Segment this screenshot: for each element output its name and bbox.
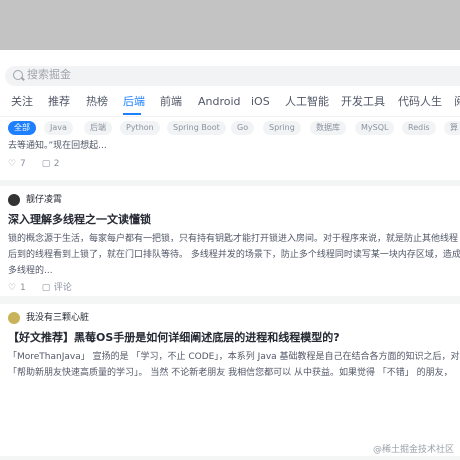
article-excerpt: 「MoreThanJava」 宣扬的是 「学习，不止 CODE」，本系列 Jav… [8,352,460,362]
author-name[interactable]: 靓仔凌霄 [26,194,62,206]
article-card[interactable]: 靓仔凌霄 深入理解多线程之一文读懂锁 锁的概念源于生活，每家每户都有一把锁，只有… [0,186,460,296]
tag-backend[interactable]: 后端 [84,121,112,135]
tag-java[interactable]: Java [44,121,73,135]
tab-android[interactable]: Android [198,95,241,109]
comment-count: 2 [53,159,60,169]
tab-qianduan[interactable]: 前端 [160,95,182,109]
comment-label: 评论 [53,283,72,293]
tab-houduan[interactable]: 后端 [123,95,145,109]
tab-rebang[interactable]: 热榜 [86,95,108,109]
tab-devtools[interactable]: 开发工具 [341,95,385,109]
like-icon[interactable]: ♡ [8,159,18,169]
tab-ios[interactable]: iOS [251,95,270,109]
article-meta: ♡ 7 ▢ 2 [8,158,59,170]
tag-database[interactable]: 数据库 [310,121,346,135]
tag-all[interactable]: 全部 [8,121,36,135]
top-bar [0,0,460,50]
tag-more[interactable]: 算 [444,121,460,135]
article-meta: ♡ 1 ▢ 评论 [8,282,72,294]
article-excerpt: 「帮助新朋友快速高质量的学习」。 当然 不论新老朋友 我相信您都可以 从中获益。… [8,368,453,378]
tag-spring-boot[interactable]: Spring Boot [167,121,226,135]
category-tabs: 关注 推荐 热榜 后端 前端 Android iOS 人工智能 开发工具 代码人… [0,90,460,116]
article-excerpt: 后到的线程看到上锁了，就在门口排队等待。 多线程并发的场景下，防止多个线程同时读… [8,250,460,260]
avatar[interactable] [8,194,20,206]
tab-ai[interactable]: 人工智能 [285,95,329,109]
like-icon[interactable]: ♡ [8,283,18,293]
article-card[interactable]: 我没有三颗心脏 【好文推荐】黑莓OS手册是如何详细阐述底层的进程和线程模型的? … [0,304,460,456]
tab-read[interactable]: 阅 [454,95,460,109]
tag-python[interactable]: Python [120,121,160,135]
tag-filter-row: 全部 Java 后端 Python Spring Boot Go Spring … [0,116,460,138]
article-excerpt: 多线程的... [8,266,53,276]
article-excerpt: 锁的概念源于生活，每家每户都有一把锁，只有持有钥匙才能打开锁进入房间。对于程序来… [8,234,459,244]
watermark: @稀土掘金技术社区 [372,445,454,455]
active-tab-indicator [123,113,141,115]
search-input[interactable] [5,66,460,86]
tab-guanzhu[interactable]: 关注 [11,95,33,109]
search-icon [13,70,23,80]
author-info[interactable]: 我没有三颗心脏 [8,312,89,324]
tag-mysql[interactable]: MySQL [355,121,395,135]
author-info[interactable]: 靓仔凌霄 [8,194,62,206]
tag-go[interactable]: Go [231,121,255,135]
article-excerpt: 去等通知。”现在回想起... [8,141,107,151]
search-placeholder: 搜索掘金 [27,68,71,81]
article-card[interactable]: 去等通知。”现在回想起... ♡ 7 ▢ 2 [0,138,460,180]
tag-spring[interactable]: Spring [263,121,301,135]
avatar[interactable] [8,312,20,324]
comment-icon[interactable]: ▢ [42,159,52,169]
comment-icon[interactable]: ▢ [42,283,52,293]
like-count: 1 [20,283,26,293]
article-title[interactable]: 深入理解多线程之一文读懂锁 [8,212,151,228]
like-count: 7 [20,159,26,169]
tag-redis[interactable]: Redis [402,121,436,135]
article-title[interactable]: 【好文推荐】黑莓OS手册是如何详细阐述底层的进程和线程模型的? [8,330,340,346]
tab-code-life[interactable]: 代码人生 [398,95,442,109]
author-name[interactable]: 我没有三颗心脏 [26,312,89,324]
tab-tuijian[interactable]: 推荐 [48,95,70,109]
